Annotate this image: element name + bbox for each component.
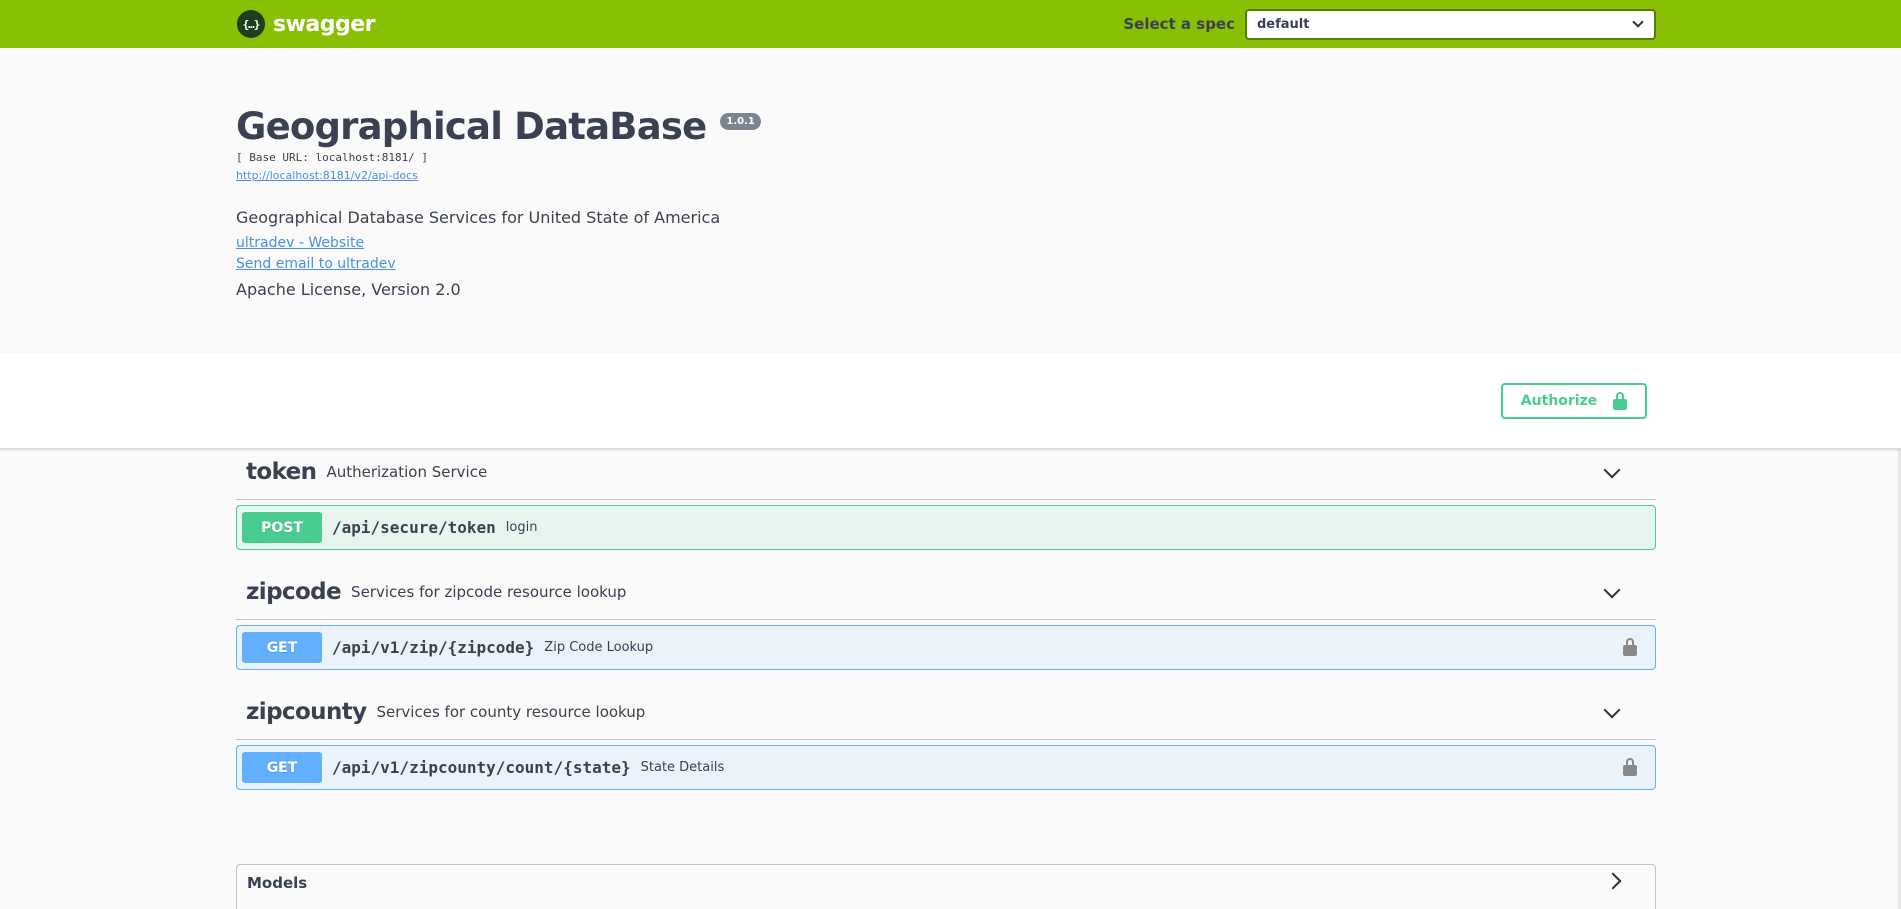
swagger-logo-icon: {…} [237, 10, 265, 38]
opblock-get-zipcounty[interactable]: GET /api/v1/zipcounty/count/{state} Stat… [236, 745, 1656, 790]
chevron-down-icon[interactable] [1603, 701, 1621, 719]
version-badge: 1.0.1 [720, 113, 761, 130]
operation-path: /api/v1/zip/{zipcode} [332, 638, 535, 657]
tag-header-token[interactable]: token Autherization Service [236, 424, 1656, 500]
chevron-right-icon[interactable] [1604, 872, 1622, 890]
operation-summary: State Details [640, 760, 725, 775]
tag-description: Services for zipcode resource lookup [351, 582, 627, 601]
lock-icon[interactable] [1623, 758, 1637, 776]
chevron-down-icon[interactable] [1603, 581, 1621, 599]
base-url: [ Base URL: localhost:8181/ ] [236, 151, 429, 165]
models-section[interactable]: Models [236, 864, 1656, 909]
tag-name: zipcode [246, 578, 342, 605]
tag-section-zipcode: zipcode Services for zipcode resource lo… [236, 544, 1656, 670]
tag-section-token: token Autherization Service POST /api/se… [236, 424, 1656, 550]
tag-header-zipcode[interactable]: zipcode Services for zipcode resource lo… [236, 544, 1656, 620]
info-section: Geographical DataBase 1.0.1 [ Base URL: … [0, 48, 1901, 353]
authorize-button[interactable]: Authorize [1501, 383, 1647, 419]
contact-email-link[interactable]: Send email to ultradev [236, 256, 761, 272]
operation-summary: login [505, 520, 538, 535]
api-info: Geographical DataBase 1.0.1 [ Base URL: … [236, 103, 761, 299]
chevron-down-icon [1632, 16, 1644, 28]
api-description: Geographical Database Services for Unite… [236, 208, 721, 228]
models-title: Models [247, 874, 308, 892]
spec-select[interactable]: default [1245, 8, 1656, 40]
tag-section-zipcounty: zipcounty Services for county resource l… [236, 664, 1656, 790]
unlock-icon [1613, 392, 1628, 410]
operation-summary: Zip Code Lookup [544, 640, 654, 655]
tag-description: Services for county resource lookup [376, 702, 646, 721]
swagger-logo-text: swagger [273, 11, 376, 37]
lock-icon[interactable] [1623, 638, 1637, 656]
contact-website-link[interactable]: ultradev - Website [236, 235, 761, 251]
spec-select-value: default [1257, 16, 1310, 32]
operation-path: /api/secure/token [332, 518, 496, 537]
tag-description: Autherization Service [326, 462, 488, 481]
api-title: Geographical DataBase [236, 105, 707, 148]
method-badge: GET [242, 632, 322, 663]
method-badge: GET [242, 752, 322, 783]
swagger-logo[interactable]: {…} swagger [237, 10, 376, 38]
tag-name: zipcounty [246, 698, 367, 725]
spec-selector: Select a spec default [1123, 8, 1656, 40]
spec-label: Select a spec [1123, 15, 1235, 33]
operation-path: /api/v1/zipcounty/count/{state} [332, 758, 631, 777]
method-badge: POST [242, 512, 322, 543]
api-docs-link[interactable]: http://localhost:8181/v2/api-docs [236, 169, 761, 182]
tag-name: token [246, 458, 317, 485]
chevron-down-icon[interactable] [1603, 461, 1621, 479]
operations: token Autherization Service POST /api/se… [236, 448, 1656, 790]
license: Apache License, Version 2.0 [236, 280, 461, 300]
authorize-label: Authorize [1520, 393, 1598, 409]
topbar: {…} swagger Select a spec default [0, 0, 1901, 48]
tag-header-zipcounty[interactable]: zipcounty Services for county resource l… [236, 664, 1656, 740]
